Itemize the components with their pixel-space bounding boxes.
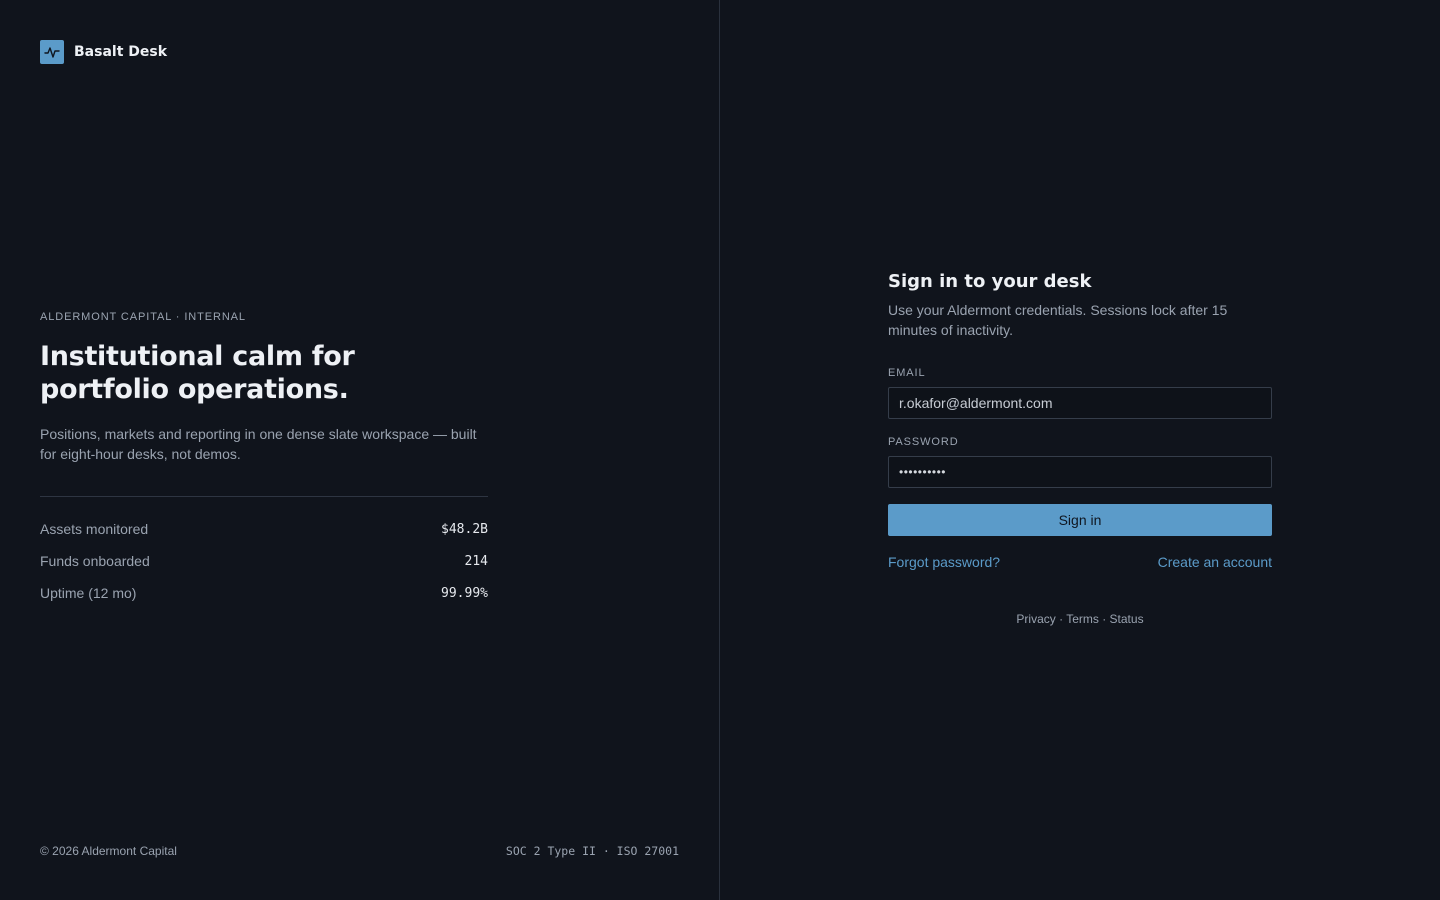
signin-title: Sign in to your desk [888, 271, 1092, 292]
stat-row: Uptime (12 mo) 99.99% [40, 577, 488, 609]
password-label: PASSWORD [888, 436, 959, 448]
signin-form: Sign in to your desk Use your Aldermont … [888, 270, 1272, 626]
stat-value: $48.2B [441, 521, 488, 537]
headline: Institutional calm for portfolio operati… [40, 341, 355, 405]
signin-panel: Sign in to your desk Use your Aldermont … [720, 0, 1440, 900]
sign-in-button[interactable]: Sign in [888, 504, 1272, 536]
stat-value: 99.99% [441, 585, 488, 601]
email-field[interactable]: r.okafor@aldermont.com [888, 387, 1272, 419]
brand-name: Basalt Desk [74, 44, 168, 60]
password-field[interactable]: •••••••••• [888, 456, 1272, 488]
terms-link[interactable]: Terms [1066, 612, 1099, 626]
stat-label: Funds onboarded [40, 553, 150, 569]
certifications: SOC 2 Type II · ISO 27001 [505, 844, 679, 858]
password-mask: •••••••••• [899, 465, 947, 479]
auth-links: Forgot password? Create an account [888, 554, 1272, 570]
privacy-link[interactable]: Privacy [1016, 612, 1055, 626]
stat-value: 214 [464, 553, 488, 569]
create-account-link[interactable]: Create an account [1158, 554, 1272, 570]
stat-label: Assets monitored [40, 521, 149, 537]
pulse-icon [40, 40, 64, 64]
hero-subcopy: Positions, markets and reporting in one … [40, 426, 477, 462]
stat-label: Uptime (12 mo) [40, 585, 137, 601]
eyebrow: ALDERMONT CAPITAL · INTERNAL [40, 311, 246, 323]
stat-row: Funds onboarded 214 [40, 545, 488, 577]
legal-links: Privacy · Terms · Status [888, 612, 1272, 626]
email-value: r.okafor@aldermont.com [899, 395, 1053, 411]
hero: ALDERMONT CAPITAL · INTERNAL Institution… [40, 310, 488, 609]
marketing-panel: Basalt Desk ALDERMONT CAPITAL · INTERNAL… [0, 0, 720, 900]
login-page: Basalt Desk ALDERMONT CAPITAL · INTERNAL… [0, 0, 1440, 900]
legal-separator: · [1098, 612, 1110, 626]
forgot-password-link[interactable]: Forgot password? [888, 554, 1000, 570]
signin-subtitle: Use your Aldermont credentials. Sessions… [888, 302, 1228, 338]
legal-separator: · [1055, 612, 1067, 626]
status-link[interactable]: Status [1110, 612, 1144, 626]
email-label: EMAIL [888, 367, 926, 379]
stat-row: Assets monitored $48.2B [40, 513, 488, 545]
brand[interactable]: Basalt Desk [40, 40, 167, 64]
divider [40, 496, 488, 497]
stats-list: Assets monitored $48.2B Funds onboarded … [40, 513, 488, 609]
copyright: © 2026 Aldermont Capital [40, 844, 177, 858]
